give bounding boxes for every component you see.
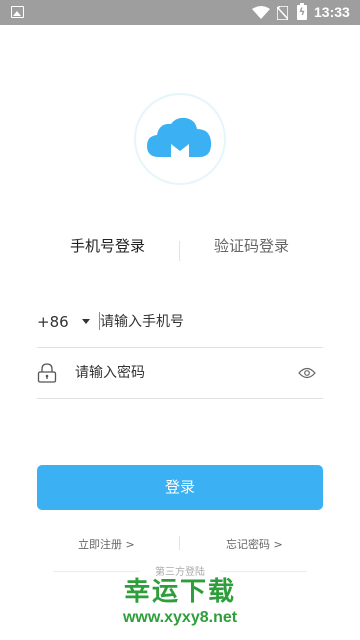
watermark-url: www.xyxy8.net [122,609,238,626]
battery-charging-icon: ϟ [297,3,307,20]
watermark: 幸运下载 www.xyxy8.net [0,576,360,628]
login-tabs: 手机号登录 验证码登录 [0,230,360,261]
login-button[interactable]: 登录 [37,465,323,510]
register-link[interactable]: 立即注册 > [78,536,135,552]
image-icon [11,6,24,18]
tab-divider [179,241,180,261]
tab-code-login[interactable]: 验证码登录 [214,235,289,256]
status-time: 13:33 [314,4,350,20]
chevron-down-icon[interactable] [82,319,90,324]
phone-row: +86 [37,298,323,348]
cloud-logo-icon [147,117,212,157]
wifi-icon [252,6,270,19]
password-row [37,349,323,399]
password-input[interactable] [75,362,295,384]
link-divider [179,536,180,550]
phone-input[interactable] [100,311,300,333]
status-bar: ϟ 13:33 [0,0,360,25]
watermark-text: 幸运下载 [123,577,236,607]
forgot-password-link[interactable]: 忘记密码 > [226,536,283,552]
eye-icon[interactable] [298,367,316,379]
lock-icon [37,363,57,383]
country-code-selector[interactable]: +86 [37,313,69,331]
tab-phone-login[interactable]: 手机号登录 [70,235,145,256]
sim-off-icon [277,6,288,20]
